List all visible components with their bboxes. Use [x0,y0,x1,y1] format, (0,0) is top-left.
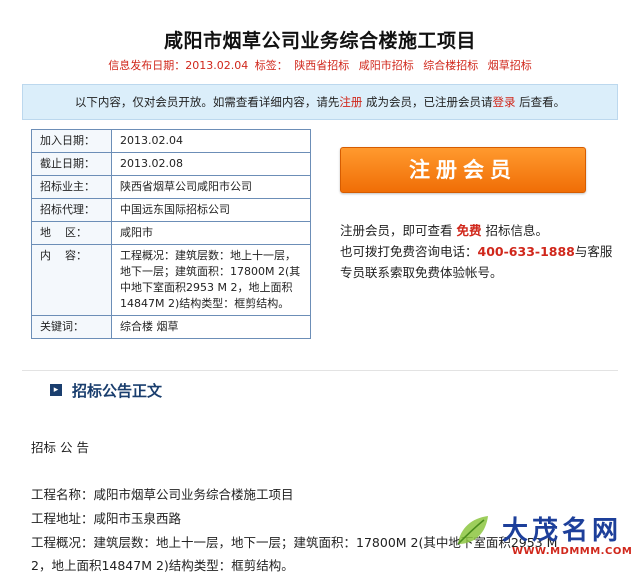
info-key: 加入日期： [31,129,112,153]
tag-link[interactable]: 陕西省招标 [294,59,349,72]
tags-label: 标签： [254,59,288,72]
hotline-phone: 400-633-1888 [477,244,575,259]
section-divider [22,370,618,371]
info-value: 综合楼 烟草 [111,315,311,339]
info-value: 2013.02.04 [111,129,311,153]
table-row: 内 容： 工程概况：建筑层数：地上十一层，地下一层；建筑面积：17800M 2(… [31,244,311,316]
body-line: 工程名称：咸阳市烟草公司业务综合楼施工项目 [31,487,294,502]
notice-text: 后查看。 [519,95,566,109]
section-heading: ▸ 招标公告正文 [50,380,162,400]
register-text: 也可拨打免费咨询电话： [340,244,478,259]
register-member-button[interactable]: 注册会员 [340,147,586,193]
info-key: 截止日期： [31,152,112,176]
notice-text: 以下内容，仅对会员开放。如需查看详细内容，请先 [74,95,340,109]
body-line: 工程地址：咸阳市玉泉西路 [31,511,182,526]
table-row: 招标代理： 中国远东国际招标公司 [31,198,311,222]
page-title: 咸阳市烟草公司业务综合楼施工项目 [163,30,476,52]
notice-text: 成为会员，已注册会员请 [366,95,493,109]
announcement-heading: 招标 公 告 [31,440,89,455]
free-label: 免费 [456,223,482,238]
info-value: 中国远东国际招标公司 [111,198,311,222]
register-text: 注册会员，即可查看 [340,223,453,238]
publish-date: 信息发布日期：2013.02.04 [108,59,249,72]
register-info: 注册会员，即可查看 免费 招标信息。 也可拨打免费咨询电话：400-633-18… [340,220,622,283]
table-row: 地 区： 咸阳市 [31,221,311,245]
publish-meta: 信息发布日期：2013.02.04 标签： 陕西省招标 咸阳市招标 综合楼招标 … [0,57,640,73]
table-row: 招标业主： 陕西省烟草公司咸阳市公司 [31,175,311,199]
tag-link[interactable]: 咸阳市招标 [359,59,414,72]
info-key: 地 区： [31,221,112,245]
tag-link[interactable]: 综合楼招标 [423,59,478,72]
info-key: 关键词： [31,315,112,339]
login-link[interactable]: 登录 [493,95,516,109]
table-row: 加入日期： 2013.02.04 [31,129,311,153]
section-title: 招标公告正文 [72,381,163,400]
table-row: 关键词： 综合楼 烟草 [31,315,311,339]
info-value: 2013.02.08 [111,152,311,176]
register-link[interactable]: 注册 [339,95,362,109]
members-only-notice: 以下内容，仅对会员开放。如需查看详细内容，请先注册 成为会员，已注册会员请登录 … [22,84,618,120]
body-line: 2，地上面积14847M 2)结构类型：框剪结构。 [31,558,294,573]
table-row: 截止日期： 2013.02.08 [31,152,311,176]
arrow-box-icon: ▸ [50,384,62,396]
info-value: 陕西省烟草公司咸阳市公司 [111,175,311,199]
tag-link[interactable]: 烟草招标 [488,59,532,72]
info-key: 招标代理： [31,198,112,222]
info-key: 招标业主： [31,175,112,199]
info-value: 咸阳市 [111,221,311,245]
body-line: 工程概况：建筑层数：地上十一层，地下一层；建筑面积：17800M 2(其中地下室… [31,535,558,550]
register-line-2: 也可拨打免费咨询电话：400-633-1888与客服专员联系索取免费体验帐号。 [340,241,622,283]
info-value: 工程概况：建筑层数：地上十一层，地下一层；建筑面积：17800M 2(其中地下室… [111,244,311,316]
register-text: 招标信息。 [485,223,549,238]
info-key: 内 容： [31,244,112,316]
tender-info-table: 加入日期： 2013.02.04 截止日期： 2013.02.08 招标业主： … [31,129,311,339]
register-line-1: 注册会员，即可查看 免费 招标信息。 [340,220,622,241]
